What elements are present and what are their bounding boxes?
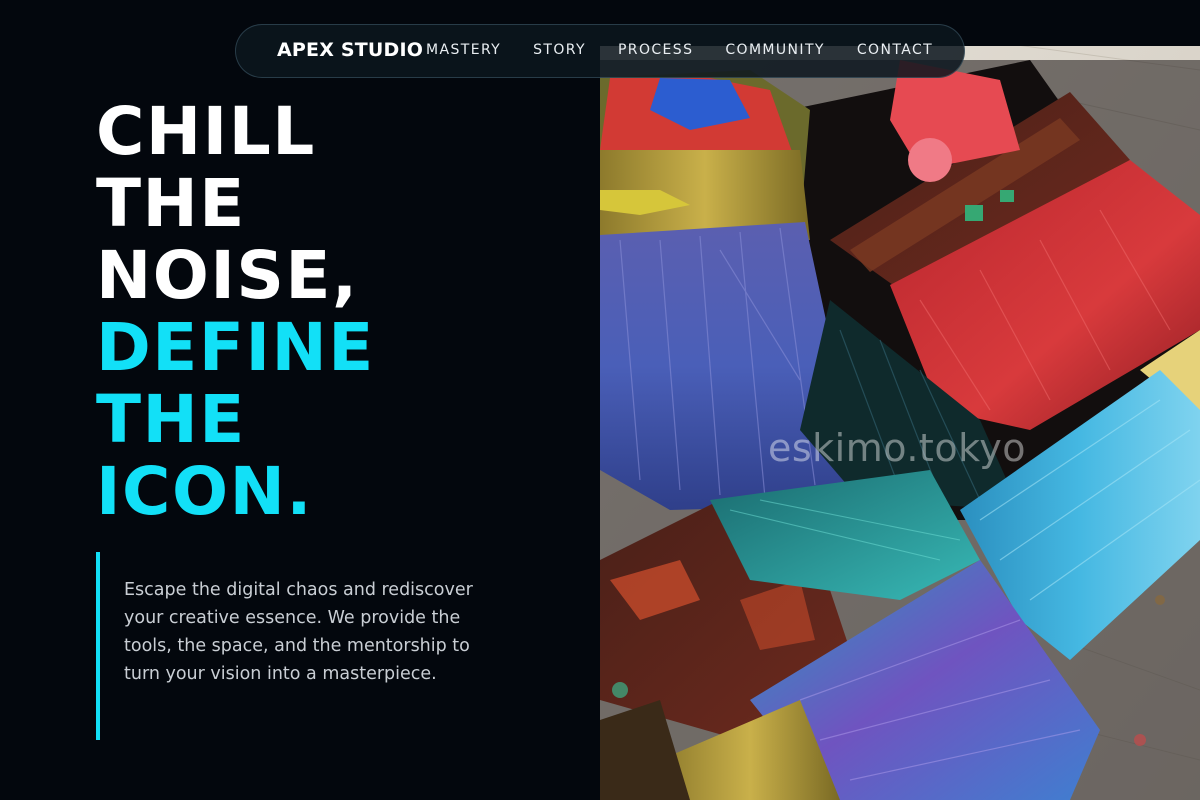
nav-link-contact[interactable]: CONTACT (857, 42, 933, 58)
hero-accent-line: THE (96, 381, 246, 458)
hero-description: Escape the digital chaos and rediscover … (124, 580, 473, 684)
hero-heading: CHILL THE NOISE, DEFINE THE ICON. (96, 96, 576, 528)
hero-accent-line: ICON. (96, 453, 313, 530)
hero-line: THE (96, 165, 246, 242)
hero-left-panel: CHILL THE NOISE, DEFINE THE ICON. Escape… (0, 0, 600, 800)
nav-link-mastery[interactable]: MASTERY (426, 42, 501, 58)
watermark: eskimo.tokyo (768, 426, 1026, 470)
brand-logo[interactable]: APEX STUDIO (277, 39, 423, 61)
nav-link-community[interactable]: COMMUNITY (725, 42, 825, 58)
hero-accent-line: DEFINE (96, 309, 375, 386)
main-navigation: APEX STUDIO MASTERY STORY PROCESS COMMUN… (235, 24, 965, 78)
hero-line: CHILL (96, 93, 316, 170)
nav-link-process[interactable]: PROCESS (618, 42, 693, 58)
hero-photo-paint-brushes (600, 0, 1200, 800)
nav-link-story[interactable]: STORY (533, 42, 586, 58)
hero-line: NOISE, (96, 237, 359, 314)
nav-links: MASTERY STORY PROCESS COMMUNITY CONTACT (426, 42, 933, 58)
description-accent-bar (96, 552, 100, 740)
